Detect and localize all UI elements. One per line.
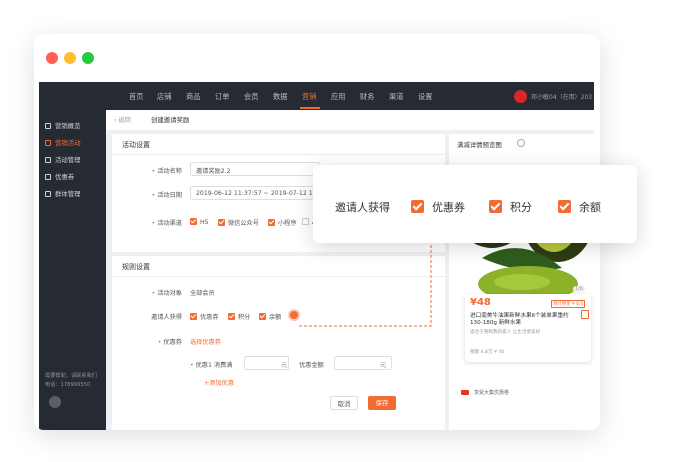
target-label: • 活动对象 bbox=[151, 290, 182, 297]
nav-item-members[interactable]: 会员 bbox=[244, 92, 258, 102]
coupon-icon bbox=[45, 174, 51, 180]
page-title: 创建邀请奖励 bbox=[151, 116, 190, 124]
popup-option-balance[interactable]: 余额 bbox=[558, 199, 601, 215]
sidebar-item-coupons[interactable]: 优惠券 bbox=[45, 172, 74, 181]
breadcrumb: ‹ 返回 创建邀请奖励 bbox=[106, 110, 594, 130]
product-card[interactable]: ¥48 预计佣金 ¥ 0.5 进口南美牛油果新鲜水果6个装单果重约130-180… bbox=[465, 294, 591, 362]
activity-heading: 活动设置 bbox=[122, 141, 150, 149]
top-navigation: 首页 店铺 商品 订单 会员 数据 营销 应用 财务 渠道 设置 邓小敏04（在… bbox=[39, 82, 594, 110]
checkbox-checked-icon bbox=[218, 219, 225, 226]
minimize-window-button[interactable] bbox=[64, 52, 76, 64]
rule-settings-panel: 规则设置 • 活动对象 全部会员 邀请人获得 优惠券 积分 余额 • 优惠券 选择优… bbox=[112, 256, 445, 430]
checkbox-checked-icon bbox=[190, 218, 197, 225]
checkbox-checked-icon bbox=[411, 200, 424, 213]
date-label: • 活动日期 bbox=[151, 192, 182, 199]
channel-miniapp[interactable]: 小程序 bbox=[268, 218, 297, 227]
name-label: • 活动名称 bbox=[151, 168, 182, 175]
popup-option-coupon[interactable]: 优惠券 bbox=[411, 199, 465, 215]
sidebar-item-overview[interactable]: 营销概览 bbox=[45, 121, 81, 130]
close-window-button[interactable] bbox=[46, 52, 58, 64]
product-title: 进口南美牛油果新鲜水果6个装单果重约130-180g 新鲜水果 bbox=[470, 313, 569, 326]
help-text: 需要帮助，请联系我们 bbox=[45, 373, 97, 379]
user-avatar[interactable] bbox=[514, 90, 527, 103]
checkbox-checked-icon bbox=[268, 219, 275, 226]
window-titlebar bbox=[34, 34, 600, 82]
nav-item-goods[interactable]: 商品 bbox=[186, 92, 200, 102]
nav-item-home[interactable]: 首页 bbox=[129, 92, 143, 102]
reward-coupon[interactable]: 优惠券 bbox=[190, 312, 219, 321]
popup-label: 邀请人获得 bbox=[335, 201, 390, 214]
target-value: 全部会员 bbox=[190, 290, 215, 297]
nav-item-settings[interactable]: 设置 bbox=[418, 92, 432, 102]
checkbox-checked-icon bbox=[259, 313, 266, 320]
reward-balance[interactable]: 余额 bbox=[259, 312, 281, 321]
image-page-tag: 1/6 bbox=[573, 286, 586, 292]
main-content: ‹ 返回 创建邀请奖励 活动设置 • 活动名称 邀请奖励2.2 • 活动日期 201… bbox=[106, 110, 594, 430]
checkbox-checked-icon bbox=[489, 200, 502, 213]
channel-label: • 活动渠道 bbox=[151, 220, 182, 227]
coupon1-label: • 优惠1 消费满 bbox=[190, 362, 233, 369]
support-icon[interactable] bbox=[49, 396, 61, 408]
overview-icon bbox=[45, 123, 51, 129]
product-price: ¥48 bbox=[470, 297, 491, 308]
channel-h5[interactable]: H5 bbox=[190, 218, 209, 226]
min-spend-input[interactable]: 元 bbox=[244, 356, 289, 370]
nav-item-apps[interactable]: 应用 bbox=[331, 92, 345, 102]
nav-item-store[interactable]: 店铺 bbox=[157, 92, 171, 102]
checkbox-checked-icon bbox=[190, 313, 197, 320]
group-icon bbox=[45, 191, 51, 197]
activity-icon bbox=[45, 157, 51, 163]
preview-footer: 享受大集优惠卷 bbox=[474, 390, 510, 396]
coupon-label: • 优惠券 bbox=[157, 339, 182, 346]
product-desc: 适合于我和我的家人 让生活更美好 bbox=[470, 330, 541, 335]
nav-item-finance[interactable]: 财务 bbox=[360, 92, 374, 102]
cancel-button[interactable]: 取消 bbox=[330, 396, 358, 410]
nav-item-channels[interactable]: 渠道 bbox=[389, 92, 403, 102]
help-phone: 电话：178999550 bbox=[45, 382, 91, 388]
sidebar-item-campaigns[interactable]: 营销活动 bbox=[45, 138, 81, 147]
reward-label: 邀请人获得 bbox=[151, 314, 182, 321]
campaign-icon bbox=[45, 140, 51, 146]
nav-item-orders[interactable]: 订单 bbox=[215, 92, 229, 102]
discount-label: 优惠金额 bbox=[299, 362, 324, 369]
share-icon[interactable] bbox=[581, 310, 589, 319]
info-icon bbox=[517, 139, 525, 147]
reward-points[interactable]: 积分 bbox=[228, 312, 250, 321]
active-nav-indicator bbox=[300, 107, 320, 109]
checkbox-checked-icon bbox=[558, 200, 571, 213]
maximize-window-button[interactable] bbox=[82, 52, 94, 64]
user-name[interactable]: 邓小敏04（在用）203 bbox=[531, 92, 592, 101]
highlight-marker-icon bbox=[290, 311, 298, 319]
select-coupon-link[interactable]: 选择优惠券 bbox=[190, 337, 221, 346]
checkbox-checked-icon bbox=[228, 313, 235, 320]
back-link[interactable]: ‹ 返回 bbox=[114, 115, 131, 124]
discount-amount-input[interactable]: 元 bbox=[334, 356, 392, 370]
sidebar-item-activity-manage[interactable]: 活动管理 bbox=[45, 155, 81, 164]
activity-name-input[interactable]: 邀请奖励2.2 bbox=[190, 162, 320, 176]
popup-option-points[interactable]: 积分 bbox=[489, 199, 532, 215]
checkbox-unchecked-icon bbox=[302, 218, 309, 225]
nav-item-data[interactable]: 数据 bbox=[273, 92, 287, 102]
reward-options-popup: 邀请人获得 优惠券 积分 余额 bbox=[313, 165, 637, 243]
preview-heading: 满减详情预览图 bbox=[457, 141, 502, 149]
sidebar: 营销概览 营销活动 活动管理 优惠券 群体管理 需要帮助，请联系我们 电话：17… bbox=[39, 110, 106, 430]
channel-wechat[interactable]: 微信公众号 bbox=[218, 218, 259, 227]
rules-heading: 规则设置 bbox=[122, 263, 150, 271]
add-discount-link[interactable]: +添加优惠 bbox=[204, 378, 234, 387]
nav-item-marketing[interactable]: 营销 bbox=[302, 92, 316, 102]
save-button[interactable]: 保存 bbox=[368, 396, 396, 410]
promo-tag-icon bbox=[461, 390, 469, 395]
sidebar-item-groups[interactable]: 群体管理 bbox=[45, 189, 81, 198]
commission-badge: 预计佣金 ¥ 0.5 bbox=[551, 300, 586, 308]
product-meta: 销量 4.8万 ¥ 40 bbox=[470, 350, 505, 355]
